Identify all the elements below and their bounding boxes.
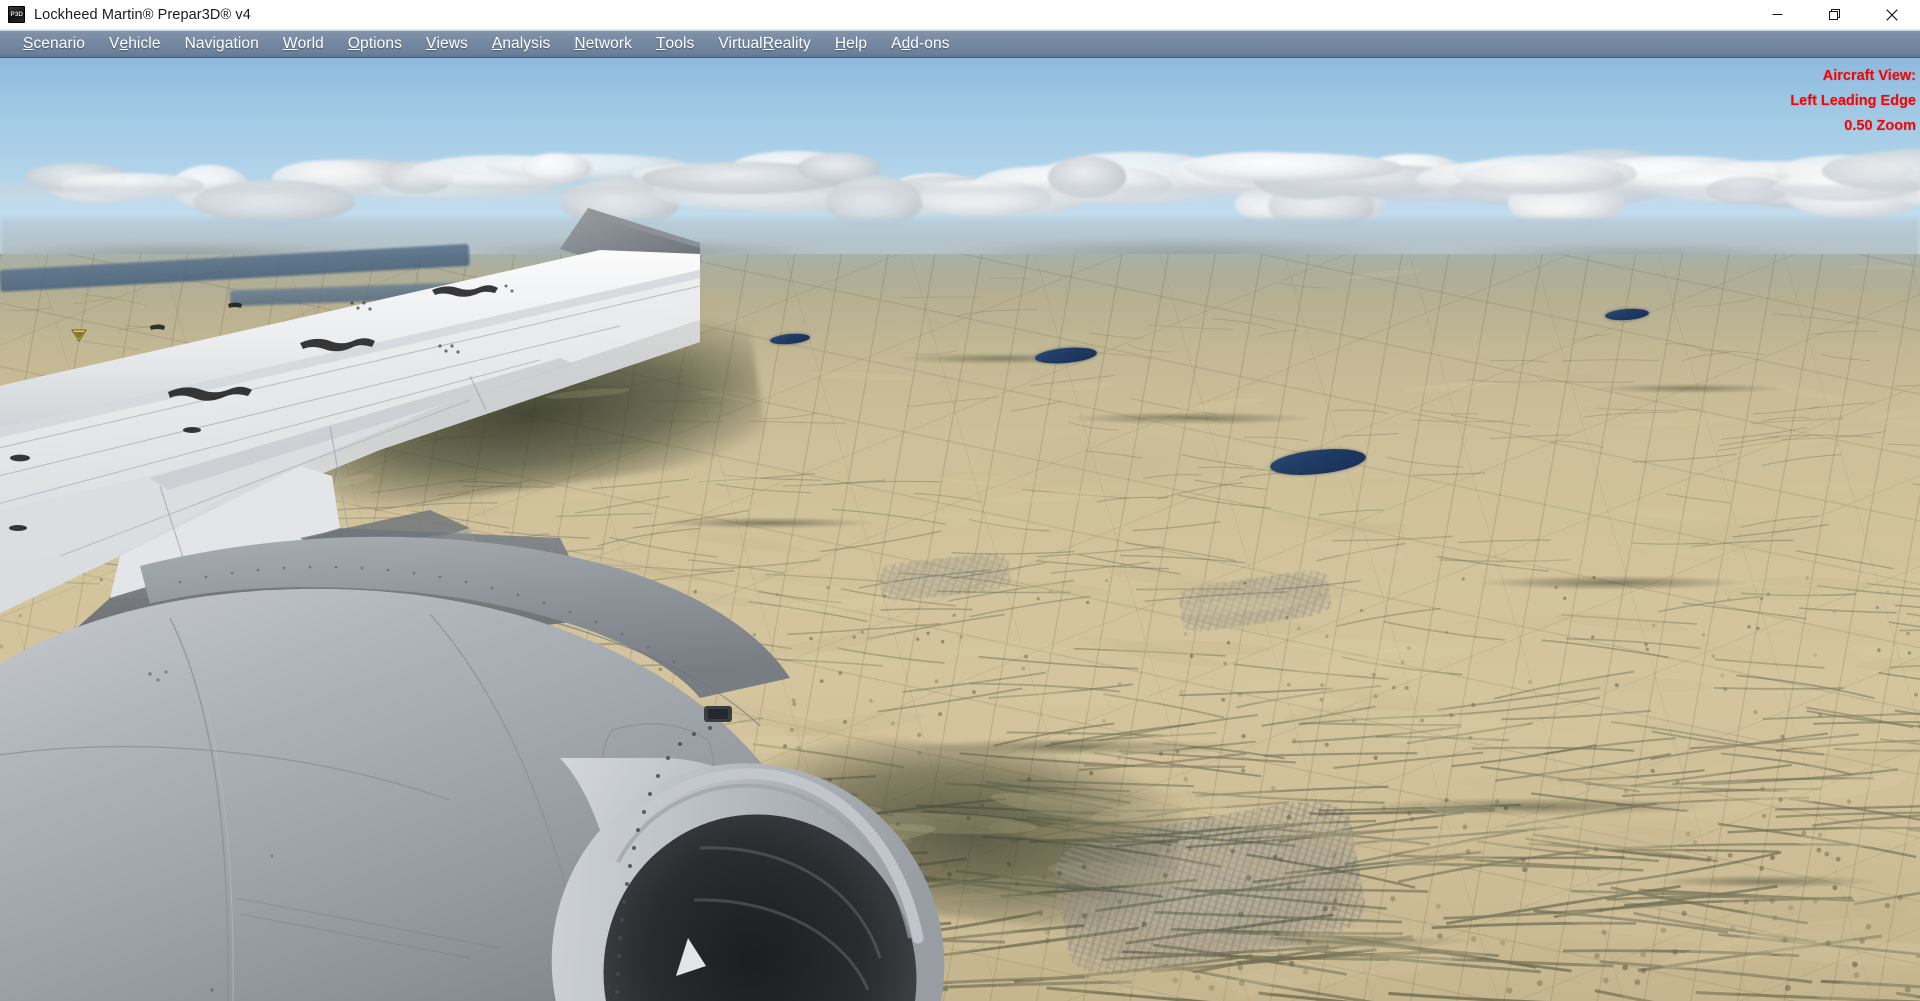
cloud-layer [0,142,1920,232]
menu-item-vehicle[interactable]: Ve hicle [97,30,173,58]
hud-zoom-level: 0.50 Zoom [1844,118,1916,134]
menu-item-virtual-reality[interactable]: Virtual Reality [706,30,822,58]
menu-item-views[interactable]: Views [414,30,480,58]
title-bar: P3D Lockheed Martin® Prepar3D® v4 [0,0,1920,30]
menu-item-analysis[interactable]: Analysis [480,30,563,58]
close-icon [1885,8,1898,21]
close-button[interactable] [1863,0,1920,30]
hud-view-label: Aircraft View: [1822,68,1916,84]
view-info-overlay: Aircraft View: Left Leading Edge 0.50 Zo… [1790,64,1916,139]
prepar3d-window: P3D Lockheed Martin® Prepar3D® v4 S cena… [0,0,1920,1001]
minimize-button[interactable] [1749,0,1806,30]
menu-item-help[interactable]: Help [823,30,879,58]
cloud-base [0,186,1920,208]
window-controls [1749,0,1920,30]
restore-icon [1829,9,1840,20]
menu-bar: Scenario Ve hicle Navi g ation World Options Vie… [0,30,1920,58]
cloud [520,153,592,184]
simulator-viewport[interactable]: Aircraft View: Left Leading Edge 0.50 Zo… [0,58,1920,1001]
menu-item-add-ons[interactable]: Ad d-ons [879,30,961,58]
menu-item-scenario[interactable]: Scenario [11,30,97,58]
app-icon-label: P3D [10,11,23,18]
menu-item-network[interactable]: Network [562,30,644,58]
minimize-icon [1772,14,1783,15]
menu-item-navigation[interactable]: Navi g ation [173,30,271,58]
window-title: Lockheed Martin® Prepar3D® v4 [34,6,251,23]
menu-item-options[interactable]: Options [336,30,414,58]
menu-item-world[interactable]: World [271,30,336,58]
maximize-button[interactable] [1806,0,1863,30]
menu-item-tools[interactable]: Tools [644,30,706,58]
p3d-app-icon: P3D [8,6,25,23]
hud-view-name: Left Leading Edge [1790,93,1916,109]
cloud [1183,152,1403,182]
